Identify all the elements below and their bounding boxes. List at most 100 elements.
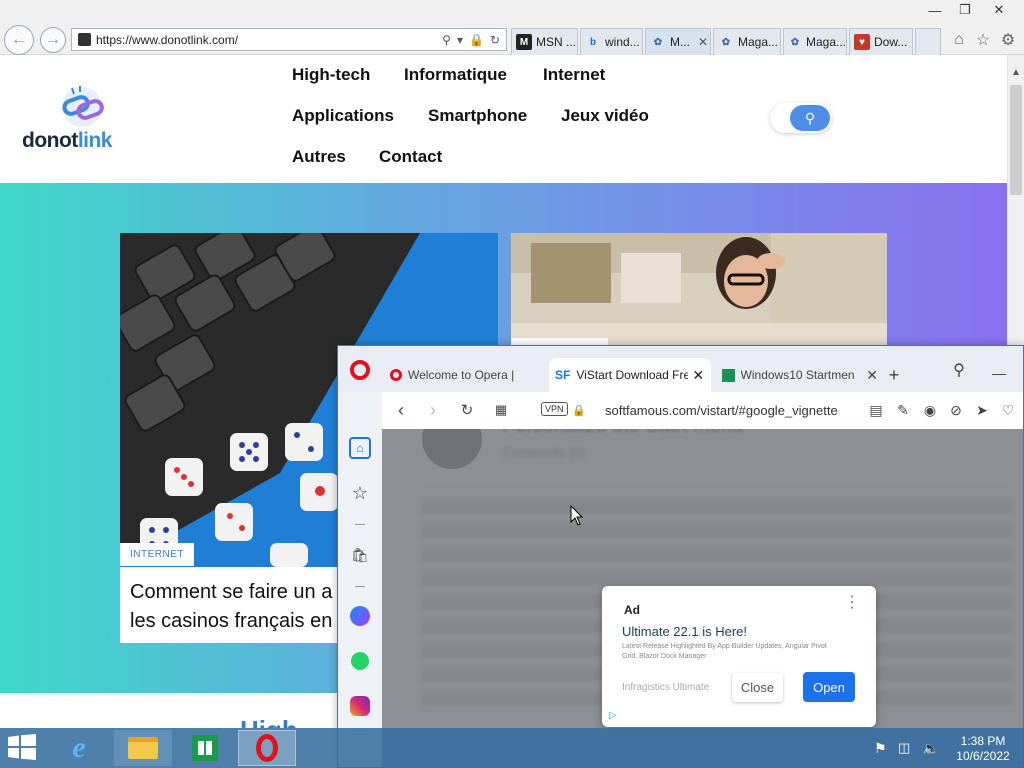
menu-autres[interactable]: Autres [292,147,346,167]
search-icon[interactable]: ⚲ [442,33,451,47]
shield-icon: ♥ [854,34,870,50]
network-icon[interactable]: ◫ [898,740,910,756]
menu-internet[interactable]: Internet [543,65,605,85]
opera-icon [390,369,402,381]
reload-icon[interactable]: ↻ [456,399,478,421]
adblock-icon[interactable]: ⊘ [945,399,967,421]
new-tab-button[interactable] [915,28,941,55]
menu-informatique[interactable]: Informatique [404,65,507,85]
divider [355,524,365,525]
opera-tab-welcome[interactable]: Welcome to Opera | [382,358,550,392]
dropdown-icon[interactable]: ▾ [457,33,463,47]
menu-jeux-video[interactable]: Jeux vidéo [561,106,649,126]
vpn-badge[interactable]: VPN [541,402,568,416]
ie-tab-bing[interactable]: b wind... [580,28,643,55]
ie-tab-download[interactable]: ♥ Dow... [849,28,913,55]
folder-icon [128,737,158,759]
instagram-icon[interactable] [350,696,370,716]
whatsapp-icon[interactable] [351,652,369,670]
bookmarks-star-icon[interactable]: ☆ [349,482,371,504]
scroll-thumb[interactable] [1010,85,1022,195]
start-button[interactable] [8,734,38,762]
taskbar-ie-button[interactable]: e [50,730,108,766]
taskbar-opera-button[interactable] [238,730,296,766]
action-center-flag-icon[interactable]: ⚑ [874,740,887,757]
send-icon[interactable]: ➤ [971,399,993,421]
favorites-star-icon[interactable]: ☆ [973,30,993,50]
minimize-opera-icon[interactable]: — [988,362,1010,384]
minimize-button[interactable]: — [920,0,950,20]
logo-text-link: link [77,129,113,152]
taskbar-store-button[interactable] [176,730,234,766]
home-icon[interactable]: ⌂ [349,437,371,459]
close-tab-icon-2[interactable]: ✕ [866,367,878,384]
close-window-button[interactable]: ✕ [984,0,1014,20]
windows-logo-icon [8,734,36,760]
refresh-icon[interactable]: ↻ [490,33,500,47]
lock-icon[interactable]: 🔒 [568,399,590,421]
blurred-title: Personalize the Start menu [502,429,743,438]
opera-url[interactable]: softfamous.com/vistart/#google_vignette [605,403,838,418]
forward-button[interactable]: → [40,27,66,53]
address-bar[interactable]: https://www.donotlink.com/ ⚲ ▾ 🔒 ↻ [71,28,507,51]
search-icon: ⚲ [790,105,830,131]
opera-logo-icon [256,734,278,762]
ie-tab-msn[interactable]: M MSN ... [511,28,578,55]
reader-icon[interactable]: ▤ [865,399,887,421]
opera-tab-windows10[interactable]: Windows10 Startmen ✕ [718,358,878,392]
menu-contact[interactable]: Contact [379,147,442,167]
restore-button[interactable]: ❐ [950,0,980,20]
article-title[interactable]: Comment se faire un a les casinos frança… [130,578,332,636]
ad-advertiser: Infragistics Ultimate [622,682,710,693]
ad-popup: Ad ⋮ Ultimate 22.1 is Here! Latest Relea… [602,586,876,727]
menu-smartphone[interactable]: Smartphone [428,106,527,126]
site-icon: ✿ [790,36,800,48]
settings-gear-icon[interactable]: ⚙ [998,30,1018,50]
adchoices-icon[interactable]: ▷ [609,710,617,721]
sf-icon: SF [555,368,571,382]
section-heading-high: High [240,715,298,728]
messenger-icon[interactable] [350,606,370,626]
ie-tab-maga-1[interactable]: ✿ Maga... [713,28,781,55]
category-badge[interactable]: INTERNET [120,543,194,566]
taskbar-explorer-button[interactable] [114,730,172,766]
opera-logo-icon[interactable] [350,360,370,380]
shopping-bag-icon[interactable]: 🛍 [349,544,371,566]
ad-body: Latest Release Highlighted By App Builde… [622,643,827,660]
blurred-sub: Comments (0) [502,445,585,460]
ad-label: Ad [624,603,640,617]
back-icon[interactable]: ‹ [390,399,412,421]
camera-icon[interactable]: ◉ [919,399,941,421]
edit-icon[interactable]: ✎ [892,399,914,421]
clock[interactable]: 1:38 PM 10/6/2022 [948,734,1018,764]
home-icon[interactable]: ⌂ [949,30,969,50]
ad-menu-icon[interactable]: ⋮ [844,595,860,611]
opera-tab-vistart[interactable]: SF ViStart Download Fre ✕ [549,358,711,392]
search-tabs-icon[interactable]: ⚲ [948,359,970,381]
ad-open-button[interactable]: Open [803,672,855,702]
forward-icon[interactable]: › [422,399,444,421]
menu-applications[interactable]: Applications [292,106,394,126]
tiles-icon[interactable]: ▦ [490,399,512,421]
site-logo[interactable]: donotlink [20,85,130,155]
search-toggle[interactable]: ⚲ [770,103,832,133]
back-button[interactable]: ← [4,25,34,55]
close-tab-icon[interactable]: ✕ [692,367,704,384]
lock-icon[interactable]: 🔒 [469,33,484,47]
ad-headline[interactable]: Ultimate 22.1 is Here! [622,624,747,639]
new-tab-plus-icon[interactable]: + [883,364,905,386]
close-tab-icon[interactable]: ✕ [698,35,708,49]
ad-close-button[interactable]: Close [732,673,783,702]
heart-icon[interactable]: ♡ [997,399,1019,421]
ie-tab-maga-2[interactable]: ✿ Maga... [783,28,847,55]
scroll-up-icon[interactable]: ▲ [1011,67,1021,78]
back-arrow-icon: ← [11,31,27,48]
mouse-cursor-icon [570,505,584,526]
ie-tab-active[interactable]: ✿ M... ✕ [645,28,711,55]
menu-high-tech[interactable]: High-tech [292,65,370,85]
opera-address-row: ‹ › ↻ ▦ VPN 🔒 softfamous.com/vistart/#go… [382,392,1023,429]
volume-icon[interactable]: 🔈 [922,740,939,757]
bing-icon: b [589,36,597,48]
clock-date: 10/6/2022 [956,749,1010,763]
address-text: https://www.donotlink.com/ [96,32,239,47]
